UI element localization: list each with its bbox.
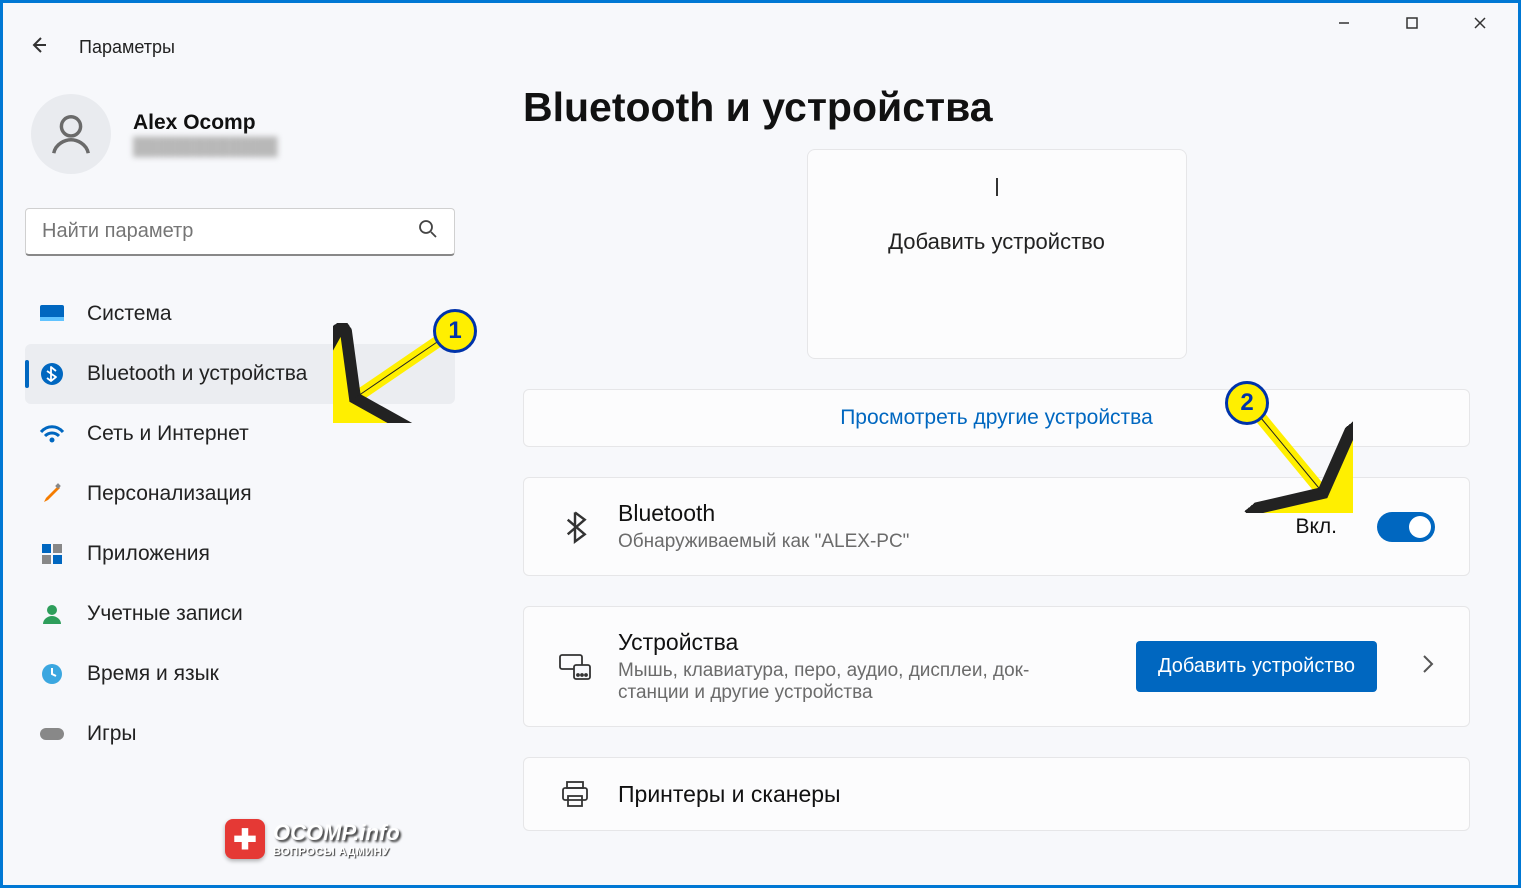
sidebar-item-personalization[interactable]: Персонализация xyxy=(25,464,455,524)
printer-icon xyxy=(558,780,592,808)
annotation-callout-1: 1 xyxy=(433,309,477,353)
sidebar-item-label: Приложения xyxy=(87,542,210,566)
header-bar: Параметры xyxy=(3,28,1518,66)
close-button[interactable] xyxy=(1460,8,1500,38)
printers-title: Принтеры и сканеры xyxy=(618,781,1435,808)
sidebar-item-accounts[interactable]: Учетные записи xyxy=(25,584,455,644)
minimize-button[interactable] xyxy=(1324,8,1364,38)
sidebar-item-apps[interactable]: Приложения xyxy=(25,524,455,584)
sidebar-item-label: Сеть и Интернет xyxy=(87,422,249,446)
page-title: Bluetooth и устройства xyxy=(523,84,1470,131)
watermark-tld: .info xyxy=(353,820,399,845)
maximize-button[interactable] xyxy=(1392,8,1432,38)
search-box[interactable] xyxy=(25,208,455,256)
sidebar-item-time[interactable]: Время и язык xyxy=(25,644,455,704)
devices-subtitle: Мышь, клавиатура, перо, аудио, дисплеи, … xyxy=(618,660,1078,704)
search-input[interactable] xyxy=(42,220,418,243)
watermark-tag: ВОПРОСЫ АДМИНУ xyxy=(273,846,400,858)
annotation-callout-2: 2 xyxy=(1225,381,1269,425)
user-name: Alex Ocomp xyxy=(133,111,278,135)
bluetooth-toggle[interactable] xyxy=(1377,512,1435,542)
add-device-label: Добавить устройство xyxy=(808,229,1186,255)
sidebar-item-label: Система xyxy=(87,302,172,326)
sidebar-item-label: Bluetooth и устройства xyxy=(87,362,307,386)
view-more-label: Просмотреть другие устройства xyxy=(840,406,1153,430)
sidebar-item-label: Время и язык xyxy=(87,662,219,686)
wifi-icon xyxy=(39,421,65,447)
devices-icon xyxy=(558,653,592,681)
bluetooth-icon xyxy=(39,361,65,387)
gamepad-icon xyxy=(39,721,65,747)
bluetooth-subtitle: Обнаруживаемый как "ALEX-PC" xyxy=(618,531,1078,553)
clock-icon xyxy=(39,661,65,687)
bluetooth-icon xyxy=(558,510,592,544)
brush-icon xyxy=(39,481,65,507)
user-email: ████████████ xyxy=(133,137,278,157)
user-account[interactable]: Alex Ocomp ████████████ xyxy=(25,94,455,174)
chevron-right-icon xyxy=(1421,653,1435,681)
add-device-card[interactable]: Добавить устройство xyxy=(807,149,1187,359)
settings-window: Параметры Alex Ocomp ████████████ xyxy=(0,0,1521,888)
watermark-badge-icon: ✚ xyxy=(225,819,265,859)
sidebar: Alex Ocomp ████████████ Система xyxy=(3,66,473,884)
bluetooth-title: Bluetooth xyxy=(618,500,1269,527)
sidebar-item-label: Персонализация xyxy=(87,482,252,506)
plus-icon xyxy=(988,172,1006,209)
content-area: Bluetooth и устройства Добавить устройст… xyxy=(473,66,1518,884)
sidebar-item-label: Игры xyxy=(87,722,137,746)
sidebar-item-gaming[interactable]: Игры xyxy=(25,704,455,764)
person-icon xyxy=(39,601,65,627)
devices-title: Устройства xyxy=(618,629,1110,656)
devices-row[interactable]: Устройства Мышь, клавиатура, перо, аудио… xyxy=(523,606,1470,727)
watermark: ✚ OCOMP.info ВОПРОСЫ АДМИНУ xyxy=(225,819,400,859)
watermark-brand: OCOMP xyxy=(273,820,353,845)
apps-icon xyxy=(39,541,65,567)
sidebar-item-label: Учетные записи xyxy=(87,602,243,626)
add-device-button[interactable]: Добавить устройство xyxy=(1136,641,1377,692)
search-icon xyxy=(418,219,438,244)
app-title: Параметры xyxy=(79,37,175,58)
back-button[interactable] xyxy=(29,35,49,60)
toggle-state-label: Вкл. xyxy=(1295,515,1337,539)
printers-row[interactable]: Принтеры и сканеры xyxy=(523,757,1470,831)
avatar xyxy=(31,94,111,174)
system-icon xyxy=(39,301,65,327)
